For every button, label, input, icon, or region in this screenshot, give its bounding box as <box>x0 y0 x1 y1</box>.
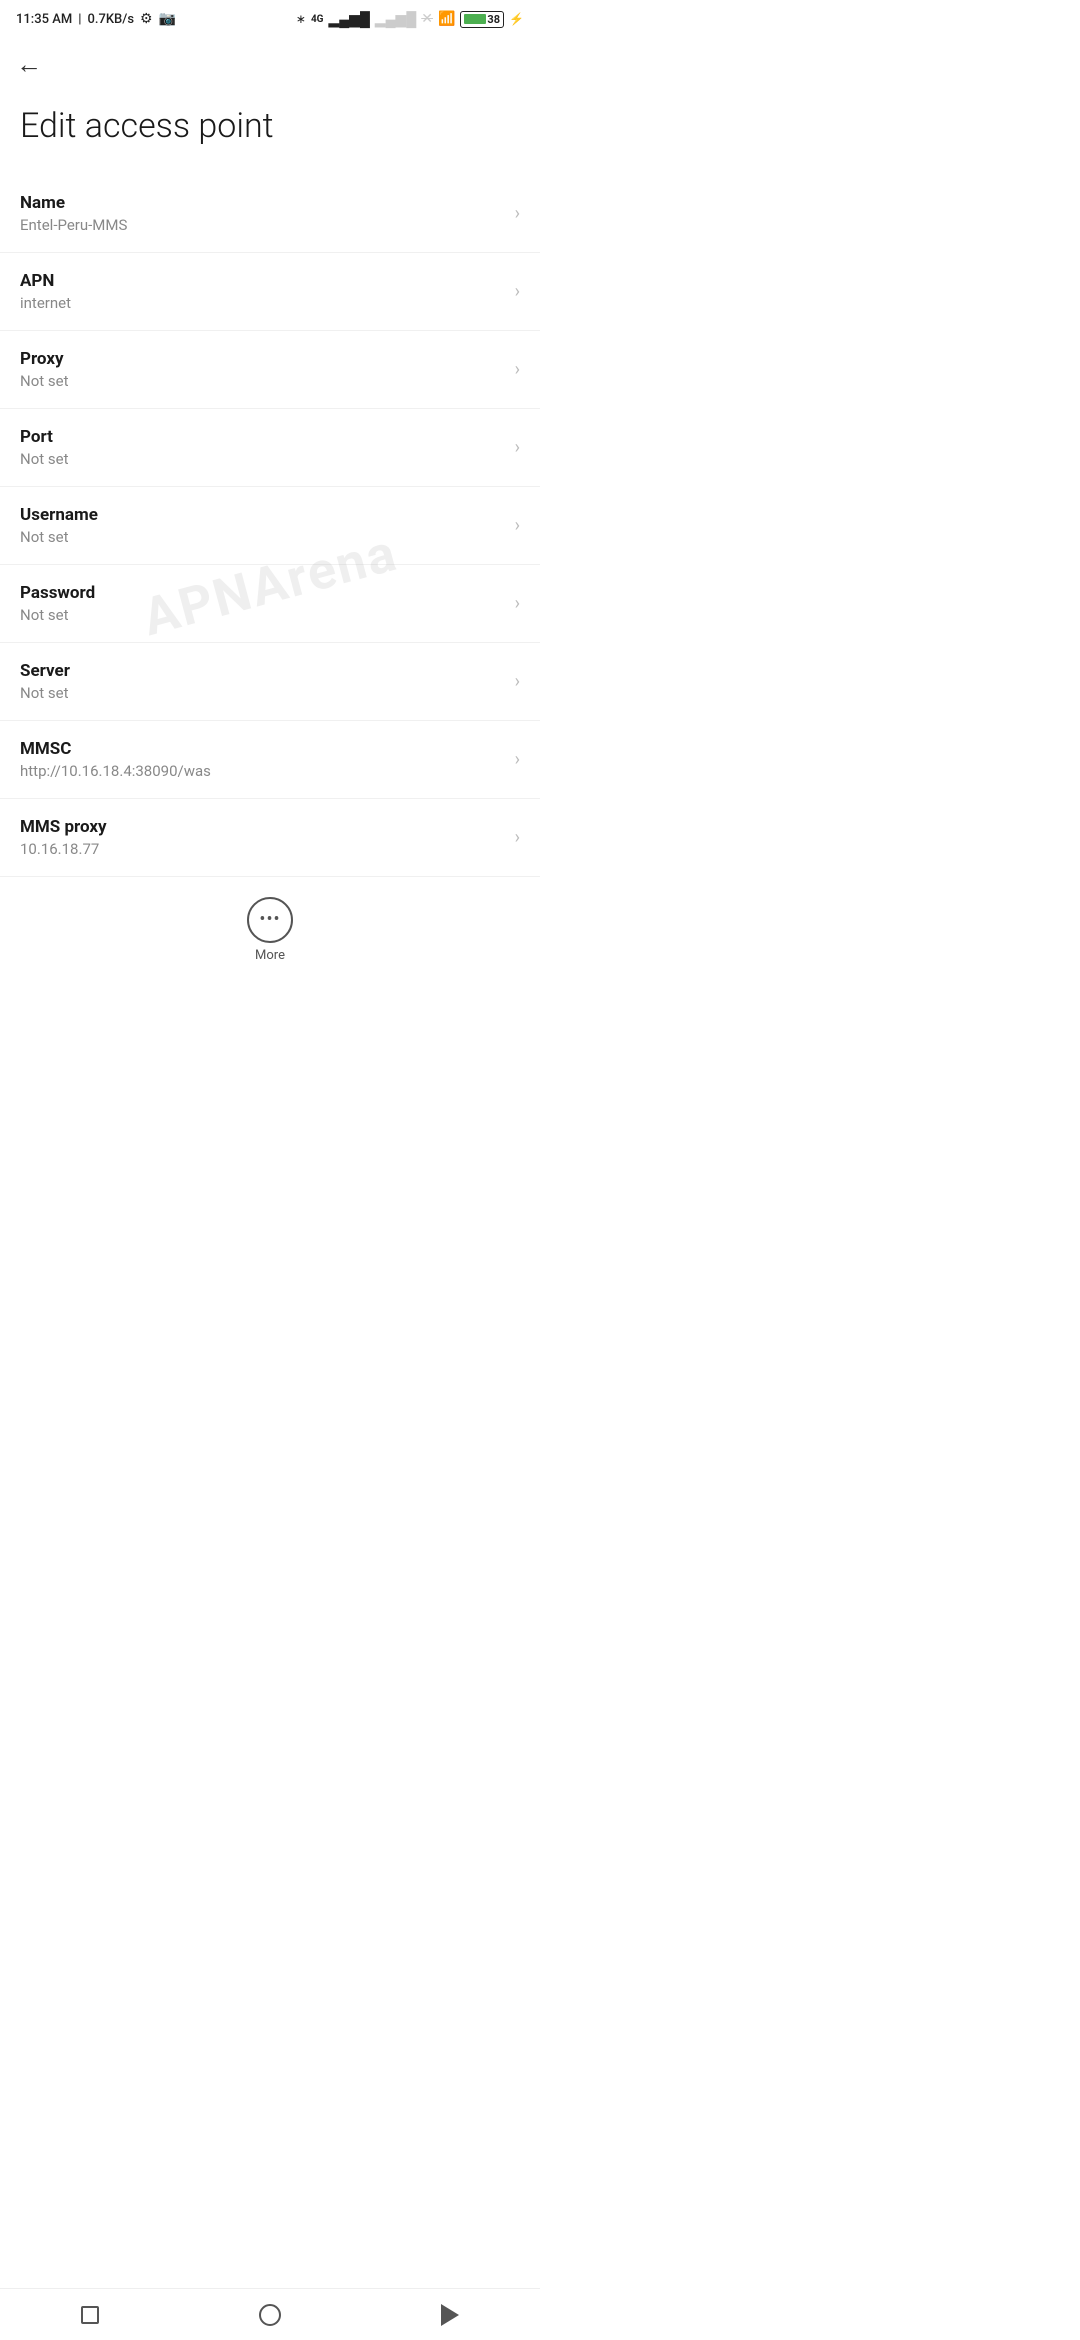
chevron-right-icon: › <box>515 593 520 614</box>
time-text: 11:35 AM <box>16 12 72 27</box>
chevron-right-icon: › <box>515 749 520 770</box>
bluetooth-icon: ∗ <box>296 12 306 26</box>
back-arrow-icon: ← <box>16 52 42 78</box>
status-left: 11:35 AM | 0.7KB/s ⚙ 📷 <box>16 11 176 27</box>
settings-item-value-6: Not set <box>20 684 505 702</box>
settings-item-value-3: Not set <box>20 450 505 468</box>
battery-fill <box>464 14 486 24</box>
settings-item-text-8: MMS proxy 10.16.18.77 <box>20 817 505 858</box>
network-speed: 0.7KB/s <box>87 12 134 27</box>
signal-4g-icon: 4G <box>311 14 324 25</box>
no-signal-icon: ✕ <box>421 11 433 27</box>
top-bar: ← <box>0 38 540 86</box>
settings-item-value-8: 10.16.18.77 <box>20 840 505 858</box>
more-button[interactable]: ••• <box>247 897 293 943</box>
settings-item-text-6: Server Not set <box>20 661 505 702</box>
settings-item[interactable]: Proxy Not set › <box>0 331 540 409</box>
settings-item-value-4: Not set <box>20 528 505 546</box>
settings-item-label-0: Name <box>20 193 505 213</box>
settings-item-label-4: Username <box>20 505 505 525</box>
settings-item-label-7: MMSC <box>20 739 505 759</box>
chevron-right-icon: › <box>515 515 520 536</box>
settings-item-value-0: Entel-Peru-MMS <box>20 216 505 234</box>
back-nav-icon <box>441 2304 459 2326</box>
settings-item-label-2: Proxy <box>20 349 505 369</box>
chevron-right-icon: › <box>515 281 520 302</box>
signal-bars2-icon: ▂▄▆█ <box>375 11 416 28</box>
charging-icon: ⚡ <box>509 12 524 26</box>
chevron-right-icon: › <box>515 203 520 224</box>
wifi-icon: 📶 <box>438 11 455 27</box>
home-icon <box>259 2304 281 2326</box>
signal-bars-icon: ▂▄▆█ <box>329 11 370 28</box>
settings-item[interactable]: APN internet › <box>0 253 540 331</box>
settings-item-label-6: Server <box>20 661 505 681</box>
settings-item-label-3: Port <box>20 427 505 447</box>
settings-item-value-7: http://10.16.18.4:38090/was <box>20 762 505 780</box>
settings-item-value-5: Not set <box>20 606 505 624</box>
settings-item[interactable]: Username Not set › <box>0 487 540 565</box>
more-area[interactable]: ••• More <box>0 877 540 979</box>
settings-item-value-2: Not set <box>20 372 505 390</box>
settings-item-text-7: MMSC http://10.16.18.4:38090/was <box>20 739 505 780</box>
battery-indicator: 38 <box>460 11 504 28</box>
settings-item[interactable]: Port Not set › <box>0 409 540 487</box>
settings-item[interactable]: Name Entel-Peru-MMS › <box>0 175 540 253</box>
settings-item-label-1: APN <box>20 271 505 291</box>
status-bar: 11:35 AM | 0.7KB/s ⚙ 📷 ∗ 4G ▂▄▆█ ▂▄▆█ ✕ … <box>0 0 540 38</box>
settings-item-text-4: Username Not set <box>20 505 505 546</box>
home-button[interactable] <box>245 2295 295 2335</box>
separator: | <box>78 12 81 27</box>
settings-item-text-1: APN internet <box>20 271 505 312</box>
chevron-right-icon: › <box>515 437 520 458</box>
settings-item-text-3: Port Not set <box>20 427 505 468</box>
settings-item[interactable]: MMSC http://10.16.18.4:38090/was › <box>0 721 540 799</box>
settings-item-label-5: Password <box>20 583 505 603</box>
camera-icon: 📷 <box>159 11 176 27</box>
back-nav-button[interactable] <box>425 2295 475 2335</box>
status-right: ∗ 4G ▂▄▆█ ▂▄▆█ ✕ 📶 38 ⚡ <box>296 11 524 28</box>
recent-apps-icon <box>81 2306 99 2324</box>
settings-item[interactable]: Password Not set › <box>0 565 540 643</box>
page-title: Edit access point <box>0 86 540 175</box>
settings-item-text-0: Name Entel-Peru-MMS <box>20 193 505 234</box>
settings-item-text-5: Password Not set <box>20 583 505 624</box>
more-label: More <box>255 948 285 963</box>
more-dots-icon: ••• <box>259 909 280 930</box>
settings-icon: ⚙ <box>140 11 153 27</box>
settings-item-label-8: MMS proxy <box>20 817 505 837</box>
settings-item-text-2: Proxy Not set <box>20 349 505 390</box>
settings-item-value-1: internet <box>20 294 505 312</box>
recent-apps-button[interactable] <box>65 2295 115 2335</box>
settings-list: Name Entel-Peru-MMS › APN internet › Pro… <box>0 175 540 877</box>
back-button[interactable]: ← <box>16 52 524 78</box>
chevron-right-icon: › <box>515 827 520 848</box>
chevron-right-icon: › <box>515 671 520 692</box>
chevron-right-icon: › <box>515 359 520 380</box>
settings-item[interactable]: MMS proxy 10.16.18.77 › <box>0 799 540 877</box>
settings-item[interactable]: Server Not set › <box>0 643 540 721</box>
bottom-nav <box>0 2288 540 2340</box>
battery-percent: 38 <box>487 13 500 26</box>
